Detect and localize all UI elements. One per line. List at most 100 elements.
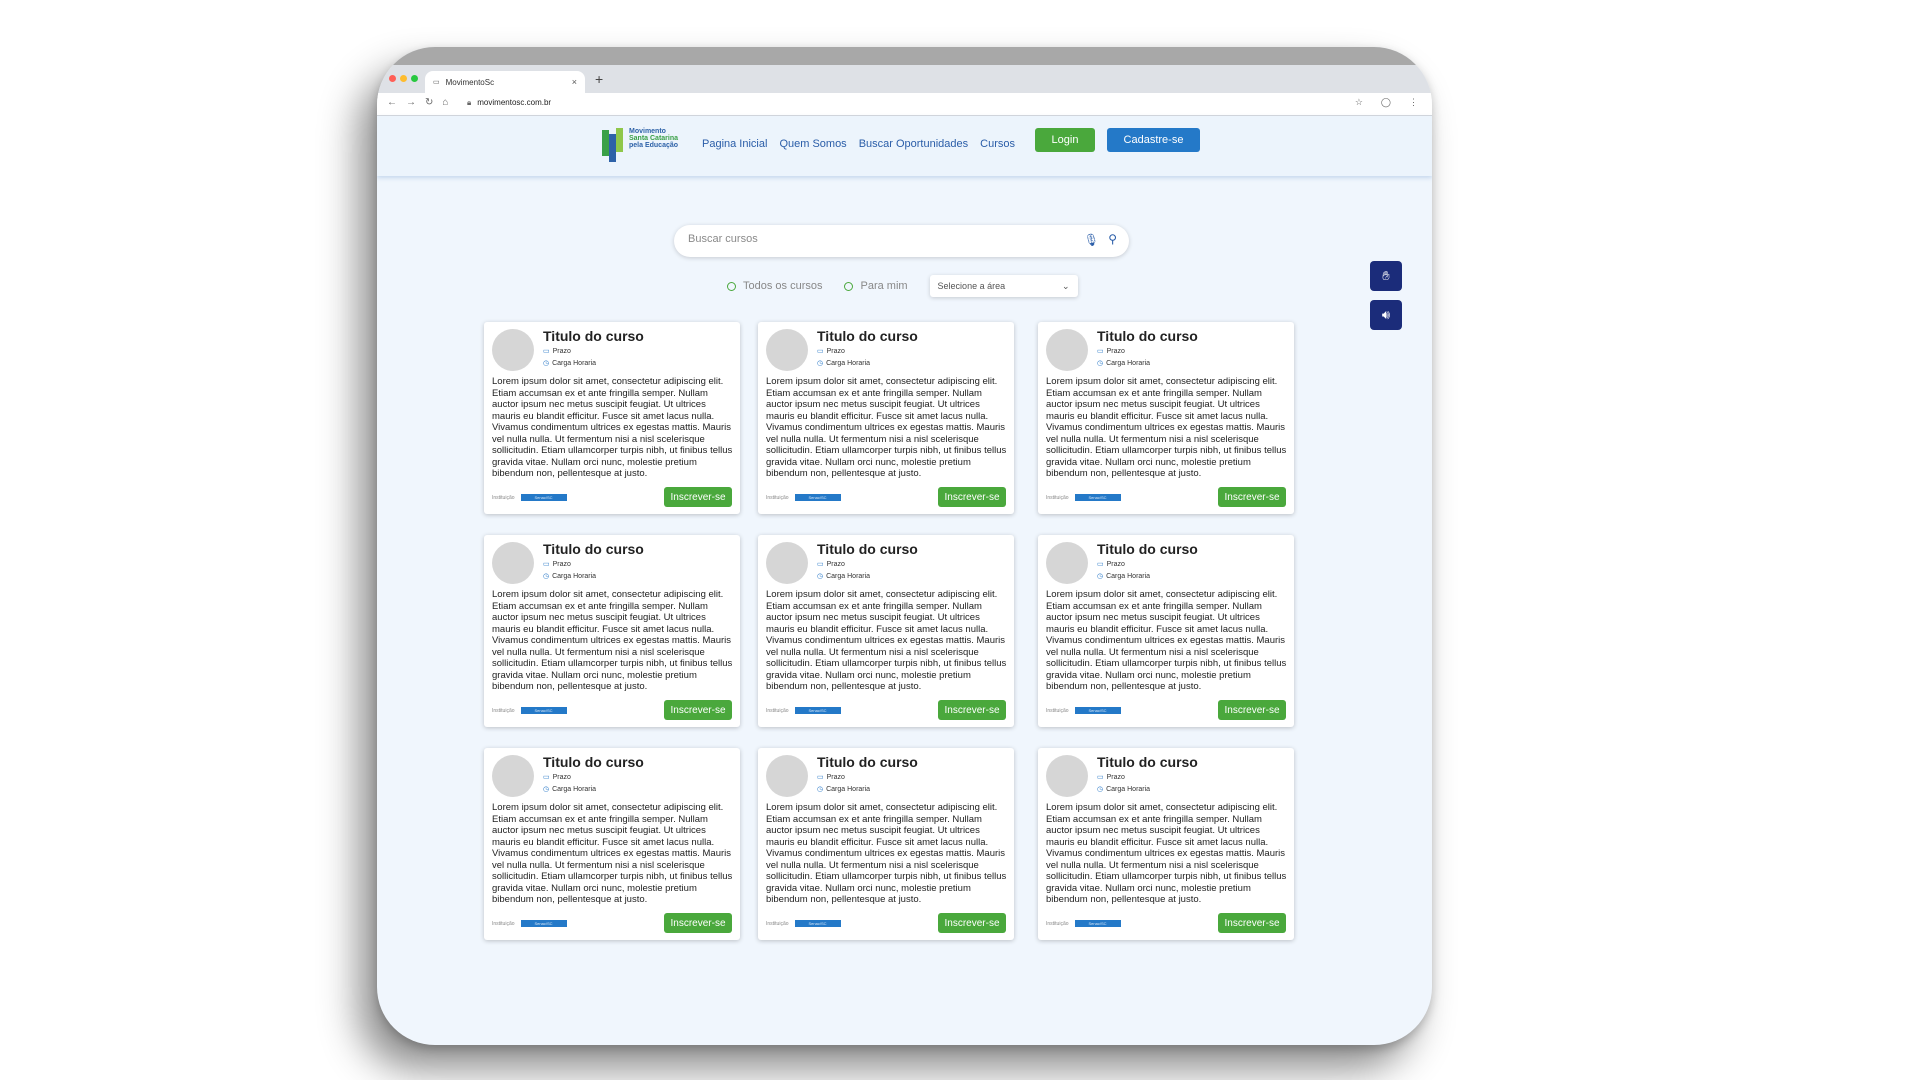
radio-button[interactable] bbox=[844, 281, 854, 291]
clock-icon: ◷ bbox=[817, 786, 824, 793]
course-image bbox=[766, 755, 808, 797]
close-icon[interactable]: × bbox=[572, 77, 577, 87]
profile-icon[interactable]: ◯ bbox=[1381, 97, 1391, 108]
course-workload: ◷ Carga Horaria bbox=[817, 572, 871, 581]
login-button[interactable]: Login bbox=[1035, 128, 1095, 152]
course-card: Titulo do curso ▭ Prazo ◷ Carga Horaria Lo… bbox=[484, 535, 740, 727]
signup-button[interactable]: Cadastre-se bbox=[1107, 128, 1200, 152]
course-workload: ◷ Carga Horaria bbox=[543, 572, 597, 581]
search-bar: 🎙︎ ⚲ bbox=[674, 225, 1129, 257]
logo-line: Santa Catarina bbox=[629, 135, 679, 142]
mic-icon[interactable]: 🎙︎ bbox=[1084, 233, 1099, 247]
workload-label: Carga Horaria bbox=[552, 785, 597, 793]
course-deadline: ▭ Prazo bbox=[817, 347, 845, 356]
menu-item-pagina-inicial[interactable]: Pagina Inicial bbox=[702, 138, 767, 150]
course-card: Titulo do curso ▭ Prazo ◷ Carga Horaria Lo… bbox=[758, 535, 1014, 727]
logo-text: Movimento Santa Catarina pela Educação bbox=[629, 128, 678, 149]
clock-icon: ◷ bbox=[543, 573, 550, 580]
course-institution: Instituição Senac/SC bbox=[492, 920, 567, 927]
course-institution: Instituição Senac/SC bbox=[492, 707, 567, 714]
deadline-label: Prazo bbox=[1106, 560, 1125, 568]
clock-icon: ◷ bbox=[817, 573, 824, 580]
institution-badge: Senac/SC bbox=[520, 707, 567, 714]
forward-icon[interactable]: → bbox=[406, 97, 416, 108]
institution-label: Instituição bbox=[492, 494, 515, 501]
clock-icon: ◷ bbox=[1097, 786, 1104, 793]
course-institution: Instituição Senac/SC bbox=[766, 920, 841, 927]
filter-label: Para mim bbox=[860, 280, 908, 292]
filter-all-courses[interactable]: Todos os cursos bbox=[727, 280, 822, 292]
institution-badge: Senac/SC bbox=[794, 494, 841, 501]
enroll-button[interactable]: Inscrever-se bbox=[1218, 487, 1286, 507]
workload-label: Carga Horaria bbox=[826, 572, 871, 580]
browser-tab[interactable]: ▭ MovimentoSc × bbox=[425, 71, 585, 93]
course-institution: Instituição Senac/SC bbox=[1046, 920, 1121, 927]
select-value: Selecione a área bbox=[937, 281, 1006, 291]
institution-badge: Senac/SC bbox=[520, 494, 567, 501]
radio-button[interactable] bbox=[727, 281, 736, 291]
institution-label: Instituição bbox=[492, 707, 515, 714]
reload-icon[interactable]: ↻ bbox=[425, 97, 433, 108]
deadline-label: Prazo bbox=[1106, 773, 1125, 781]
browser-nav: ← → ↻ ⌂ bbox=[387, 97, 448, 108]
accessibility-buttons: ✋︎ 🔊︎ bbox=[1370, 261, 1402, 330]
search-input[interactable] bbox=[686, 232, 1070, 246]
course-title: Titulo do curso bbox=[543, 754, 644, 770]
course-description: Lorem ipsum dolor sit amet, consectetur … bbox=[492, 376, 733, 479]
enroll-button[interactable]: Inscrever-se bbox=[1218, 700, 1286, 720]
enroll-button[interactable]: Inscrever-se bbox=[938, 487, 1006, 507]
workload-label: Carga Horaria bbox=[552, 572, 597, 580]
course-card: Titulo do curso ▭ Prazo ◷ Carga Horaria Lo… bbox=[1038, 322, 1294, 514]
course-deadline: ▭ Prazo bbox=[817, 773, 845, 782]
enroll-button[interactable]: Inscrever-se bbox=[938, 913, 1006, 933]
site-logo[interactable]: Movimento Santa Catarina pela Educação bbox=[602, 128, 678, 162]
area-select[interactable]: Selecione a área ⌄ bbox=[929, 275, 1078, 297]
minimize-window-dot[interactable] bbox=[400, 75, 407, 82]
institution-label: Instituição bbox=[1046, 707, 1069, 714]
menu-dots-icon[interactable]: ⋮ bbox=[1409, 97, 1418, 108]
lock-icon: 🔒︎ bbox=[467, 98, 472, 107]
course-deadline: ▭ Prazo bbox=[1097, 347, 1125, 356]
main-menu: Pagina Inicial Quem Somos Buscar Oportun… bbox=[702, 138, 1015, 150]
course-card: Titulo do curso ▭ Prazo ◷ Carga Horaria Lo… bbox=[1038, 535, 1294, 727]
enroll-button[interactable]: Inscrever-se bbox=[664, 487, 732, 507]
close-window-dot[interactable] bbox=[389, 75, 396, 82]
deadline-label: Prazo bbox=[552, 347, 571, 355]
maximize-window-dot[interactable] bbox=[411, 75, 418, 82]
clock-icon: ◷ bbox=[1097, 360, 1104, 367]
clock-icon: ◷ bbox=[543, 360, 550, 367]
audio-reader-button[interactable]: 🔊︎ bbox=[1370, 300, 1402, 330]
calendar-icon: ▭ bbox=[817, 561, 824, 568]
search-icon[interactable]: ⚲ bbox=[1108, 232, 1117, 246]
star-icon[interactable]: ☆ bbox=[1355, 97, 1363, 108]
menu-item-quem-somos[interactable]: Quem Somos bbox=[779, 138, 846, 150]
browser-actions: ☆ ◯ ⋮ bbox=[1355, 97, 1418, 108]
deadline-label: Prazo bbox=[1106, 347, 1125, 355]
course-title: Titulo do curso bbox=[817, 754, 918, 770]
course-title: Titulo do curso bbox=[543, 541, 644, 557]
course-description: Lorem ipsum dolor sit amet, consectetur … bbox=[492, 802, 733, 905]
home-icon[interactable]: ⌂ bbox=[442, 97, 448, 108]
enroll-button[interactable]: Inscrever-se bbox=[664, 913, 732, 933]
enroll-button[interactable]: Inscrever-se bbox=[1218, 913, 1286, 933]
institution-badge: Senac/SC bbox=[1074, 920, 1121, 927]
course-image bbox=[1046, 755, 1088, 797]
enroll-button[interactable]: Inscrever-se bbox=[664, 700, 732, 720]
new-tab-icon[interactable]: + bbox=[595, 71, 603, 87]
filter-for-me[interactable]: Para mim bbox=[844, 280, 908, 292]
menu-item-buscar-oportunidades[interactable]: Buscar Oportunidades bbox=[859, 138, 968, 150]
menu-item-cursos[interactable]: Cursos bbox=[980, 138, 1015, 150]
course-workload: ◷ Carga Horaria bbox=[817, 785, 870, 794]
clock-icon: ◷ bbox=[1097, 573, 1104, 580]
back-icon[interactable]: ← bbox=[387, 97, 397, 108]
workload-label: Carga Horaria bbox=[552, 359, 597, 367]
course-institution: Instituição Senac/SC bbox=[1046, 494, 1121, 501]
course-image bbox=[1046, 542, 1088, 584]
enroll-button[interactable]: Inscrever-se bbox=[938, 700, 1006, 720]
course-image bbox=[492, 329, 534, 371]
logo-line: Movimento bbox=[629, 128, 666, 135]
institution-label: Instituição bbox=[1046, 494, 1069, 501]
browser-tabstrip: ▭ MovimentoSc × + bbox=[377, 65, 1432, 93]
sign-language-button[interactable]: ✋︎ bbox=[1370, 261, 1402, 291]
address-bar[interactable]: 🔒︎ movimentosc.com.br bbox=[467, 98, 551, 108]
